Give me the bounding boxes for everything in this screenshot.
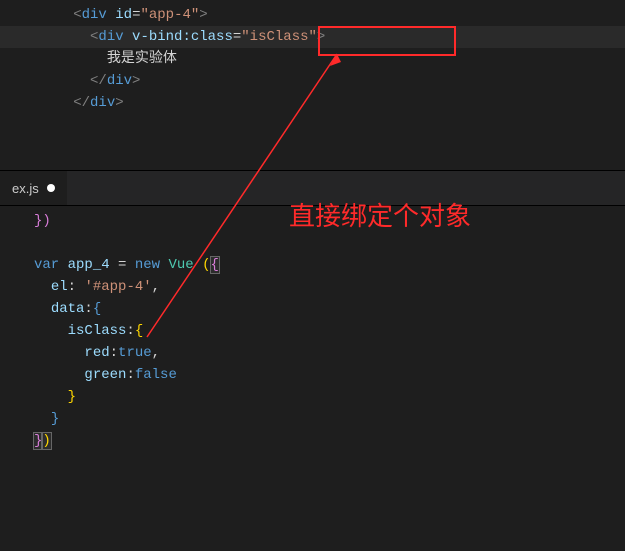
js-editor-pane: }) var app_4 = new Vue ({ el: '#app-4', … — [0, 206, 625, 452]
code-line: </div> — [0, 92, 625, 114]
tab-label: ex.js — [12, 181, 39, 196]
code-line: var app_4 = new Vue ({ — [28, 254, 219, 276]
tab-exjs[interactable]: ex.js — [0, 171, 67, 205]
html-code-area[interactable]: <div id="app-4"> <div v-bind:class="isCl… — [0, 0, 625, 114]
html-editor-pane: <div id="app-4"> <div v-bind:class="isCl… — [0, 0, 625, 171]
code-line: }) — [28, 430, 51, 452]
code-line — [28, 232, 42, 254]
code-line: isClass:{ — [28, 320, 143, 342]
code-line: red:true, — [28, 342, 160, 364]
code-line: <div id="app-4"> — [0, 4, 625, 26]
js-code-area[interactable]: }) var app_4 = new Vue ({ el: '#app-4', … — [0, 206, 625, 452]
code-line: green:false — [28, 364, 177, 386]
code-line: }) — [28, 210, 51, 232]
code-line: } — [28, 408, 59, 430]
code-line: 我是实验体 — [0, 48, 625, 70]
tab-bar: ex.js — [0, 171, 625, 206]
code-line: data:{ — [28, 298, 101, 320]
unsaved-dot-icon — [47, 184, 55, 192]
code-line: </div> — [0, 70, 625, 92]
code-line: } — [28, 386, 76, 408]
code-line: <div v-bind:class="isClass"> — [0, 26, 625, 48]
code-line: el: '#app-4', — [28, 276, 160, 298]
